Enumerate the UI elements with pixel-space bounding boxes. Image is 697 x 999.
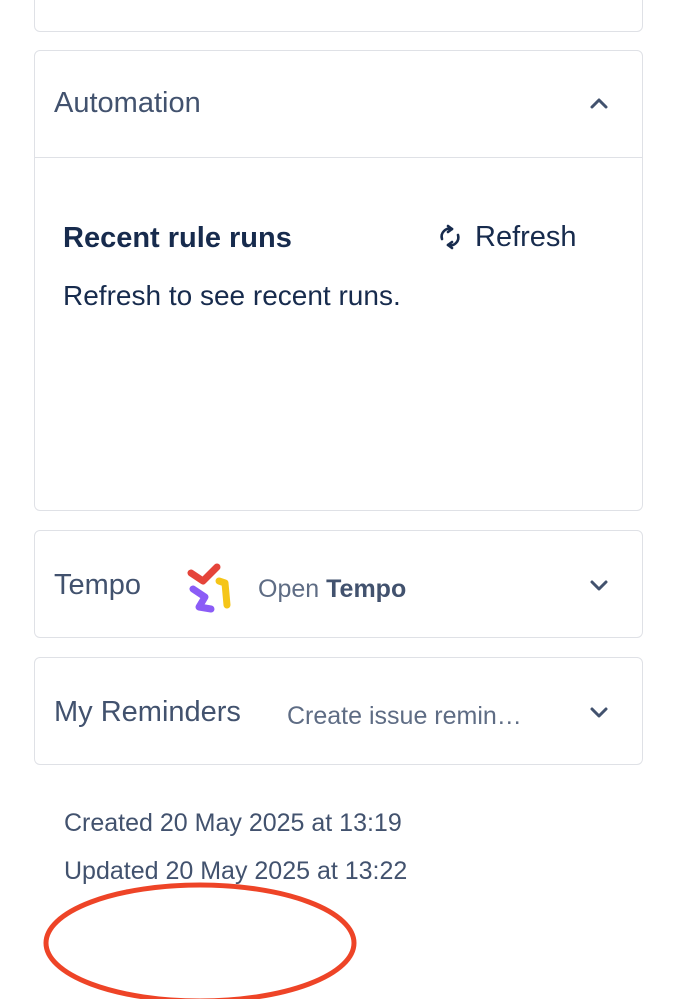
automation-panel: Automation Recent rule runs Refresh Refr…: [34, 50, 643, 511]
tempo-panel[interactable]: Tempo Open Tempo: [34, 530, 643, 638]
chevron-up-icon[interactable]: [586, 90, 612, 116]
tempo-logo: [187, 563, 231, 613]
red-ellipse-annotation: [43, 882, 357, 999]
create-issue-reminder-link[interactable]: Create issue remin…: [287, 702, 522, 731]
previous-panel: [34, 0, 643, 32]
automation-title: Automation: [54, 87, 201, 119]
my-reminders-panel[interactable]: My Reminders Create issue remin…: [34, 657, 643, 765]
refresh-label: Refresh: [475, 220, 577, 253]
my-reminders-title: My Reminders: [54, 696, 241, 728]
created-timestamp: Created 20 May 2025 at 13:19: [64, 809, 402, 837]
tempo-title: Tempo: [54, 569, 142, 601]
open-tempo-link[interactable]: Open Tempo: [258, 575, 406, 604]
chevron-down-icon[interactable]: [586, 572, 612, 598]
recent-rule-runs-title: Recent rule runs: [63, 222, 292, 254]
automation-header[interactable]: Automation: [35, 51, 642, 158]
updated-timestamp: Updated 20 May 2025 at 13:22: [64, 857, 408, 885]
chevron-down-icon[interactable]: [586, 699, 612, 725]
refresh-icon: [440, 224, 460, 250]
refresh-button[interactable]: Refresh: [437, 217, 577, 257]
empty-runs-message: Refresh to see recent runs.: [63, 280, 401, 311]
